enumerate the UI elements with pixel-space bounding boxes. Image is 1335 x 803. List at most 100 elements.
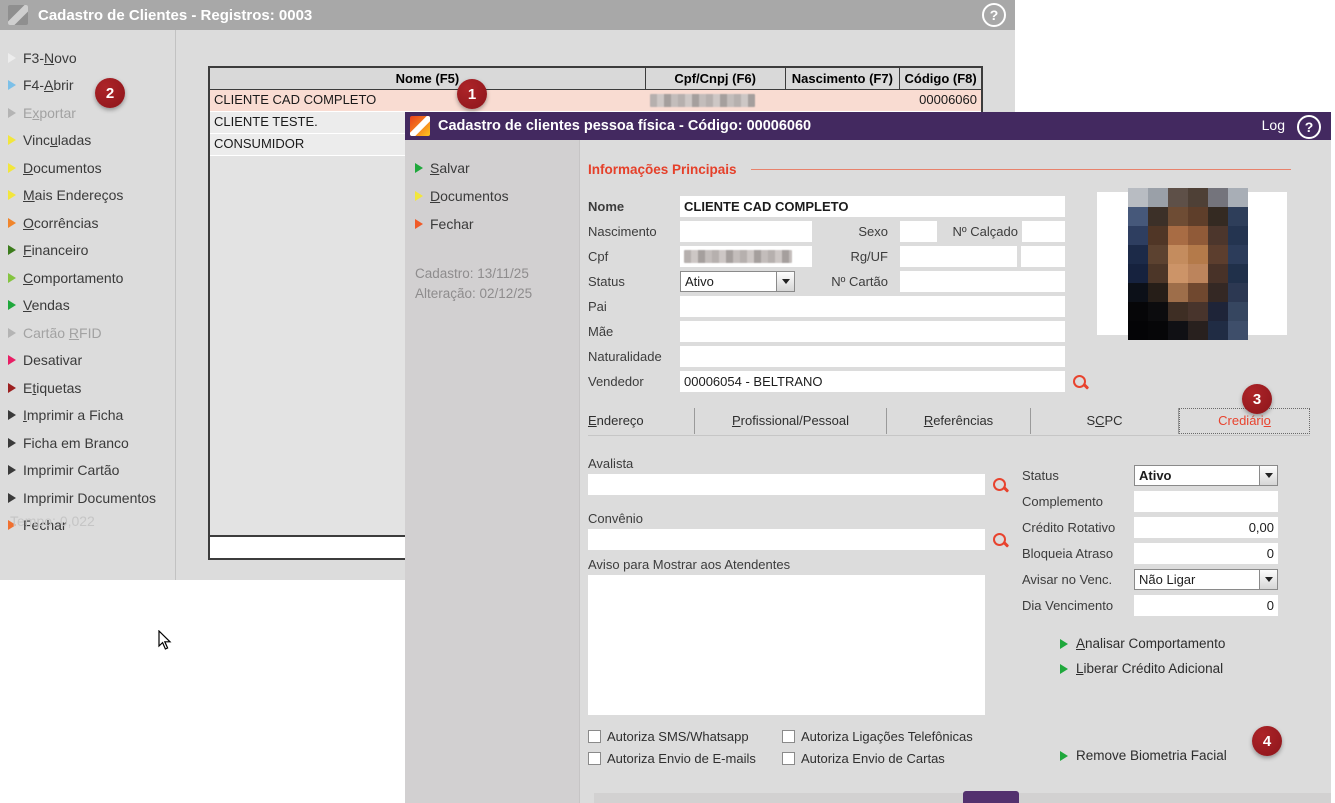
select-value: Não Ligar	[1139, 572, 1196, 587]
menu-item-label: Imprimir Cartão	[23, 462, 120, 478]
table-col-header-codigo[interactable]: Código (F8)	[900, 68, 981, 89]
sidebar-item-imprimir-a-ficha[interactable]: Imprimir a Ficha	[8, 406, 123, 425]
tab-endere-o[interactable]: Endereço	[588, 408, 695, 434]
complemento-field[interactable]	[1134, 491, 1278, 512]
sidebar-item-documentos[interactable]: Documentos	[8, 158, 102, 177]
dropdown-arrow-icon[interactable]	[1259, 570, 1277, 589]
sidebar-item-comportamento[interactable]: Comportamento	[8, 268, 123, 287]
link-arrow-icon	[1060, 663, 1068, 674]
menu-item-label: Imprimir Documentos	[23, 489, 157, 506]
sidebar-item-vendas[interactable]: Vendas	[8, 296, 70, 315]
checkbox-autoriza-envio-de-cartas[interactable]	[782, 752, 795, 765]
menu-arrow-icon	[8, 107, 16, 118]
help-icon[interactable]: ?	[1297, 115, 1321, 139]
nascimento-field[interactable]	[680, 221, 812, 242]
tab-scpc[interactable]: SCPC	[1031, 408, 1179, 434]
tab-refer-ncias[interactable]: Referências	[887, 408, 1031, 434]
aviso-textarea[interactable]	[588, 575, 985, 715]
aviso-label: Aviso para Mostrar aos Atendentes	[588, 557, 791, 572]
pai-field[interactable]	[680, 296, 1065, 317]
menu-arrow-icon	[8, 300, 16, 310]
mae-field[interactable]	[680, 321, 1065, 342]
menu-arrow-icon	[8, 382, 16, 393]
sidebar-item-imprimir-documentos[interactable]: Imprimir Documentos	[8, 488, 156, 507]
clients-window-titlebar[interactable]: Cadastro de Clientes - Registros: 0003 ?	[0, 0, 1015, 30]
client-window-titlebar[interactable]: Cadastro de clientes pessoa física - Cód…	[405, 112, 1331, 140]
sidebar-item-imprimir-cart-o[interactable]: Imprimir Cartão	[8, 461, 119, 480]
tempo-value: 0,022	[59, 513, 95, 529]
dia-vencimento-field[interactable]: 0	[1134, 595, 1278, 616]
menu-arrow-icon	[8, 135, 16, 145]
status-select[interactable]: Ativo	[680, 271, 795, 292]
avalista-label: Avalista	[588, 456, 634, 471]
nascimento-label: Nascimento	[588, 224, 657, 239]
table-col-header-nascimento[interactable]: Nascimento (F7)	[786, 68, 901, 89]
step-badge-1: 1	[457, 79, 487, 109]
modal-action-documentos[interactable]: Documentos	[415, 186, 509, 205]
checkbox-autoriza-liga-es-telef-nicas[interactable]	[782, 730, 795, 743]
dropdown-arrow-icon[interactable]	[776, 272, 794, 291]
vendedor-search-icon[interactable]	[1072, 374, 1088, 390]
status-select[interactable]: Ativo	[1134, 465, 1278, 486]
bottom-button-partial[interactable]	[963, 791, 1019, 803]
cartao-field[interactable]	[900, 271, 1065, 292]
checkbox-autoriza-envio-de-e-mails[interactable]	[588, 752, 601, 765]
tab-profissional-pessoal[interactable]: Profissional/Pessoal	[695, 408, 887, 434]
tab-credi-rio[interactable]: Crediário	[1179, 408, 1310, 434]
checkbox-label: Autoriza SMS/Whatsapp	[607, 729, 749, 744]
help-icon[interactable]: ?	[982, 3, 1006, 27]
cpf-field[interactable]	[680, 246, 812, 267]
checkbox-label: Autoriza Envio de E-mails	[607, 751, 756, 766]
sidebar-item-mais-endere-os[interactable]: Mais Endereços	[8, 186, 123, 205]
sidebar-item-ocorr-ncias[interactable]: Ocorrências	[8, 213, 98, 232]
sidebar-item-desativar[interactable]: Desativar	[8, 351, 82, 370]
modal-action-salvar[interactable]: Salvar	[415, 158, 470, 177]
menu-arrow-icon	[8, 355, 16, 365]
menu-item-label: Ficha em Branco	[23, 434, 129, 451]
sidebar-item-f4-abrir[interactable]: F4-Abrir	[8, 76, 74, 95]
action-arrow-icon	[415, 162, 423, 173]
field-label-dia-vencimento: Dia Vencimento	[1022, 598, 1114, 613]
avisar-no-venc-select[interactable]: Não Ligar	[1134, 569, 1278, 590]
avalista-search-icon[interactable]	[992, 477, 1008, 493]
app-logo-icon	[8, 5, 28, 25]
menu-item-label: Documentos	[23, 159, 102, 176]
dropdown-arrow-icon[interactable]	[1259, 466, 1277, 485]
uf-field[interactable]	[1021, 246, 1065, 267]
convenio-field[interactable]	[588, 529, 985, 550]
calcado-field[interactable]	[1022, 221, 1065, 242]
menu-item-label: Imprimir a Ficha	[23, 407, 124, 423]
sidebar-item-ficha-em-branco[interactable]: Ficha em Branco	[8, 433, 129, 452]
link-label: Liberar Crédito Adicional	[1076, 661, 1224, 676]
menu-arrow-icon	[8, 217, 16, 228]
table-col-header-cpf[interactable]: Cpf/Cnpj (F6)	[646, 68, 786, 89]
action-label: Fechar	[430, 215, 474, 232]
link-analisar-comportamento[interactable]: Analisar Comportamento	[1060, 636, 1225, 651]
menu-item-label: Vinculadas	[23, 132, 92, 148]
nome-field[interactable]: CLIENTE CAD COMPLETO	[680, 196, 1065, 217]
naturalidade-field[interactable]	[680, 346, 1065, 367]
sidebar-item-financeiro[interactable]: Financeiro	[8, 241, 88, 260]
sidebar-item-etiquetas[interactable]: Etiquetas	[8, 378, 81, 397]
table-col-header-nome[interactable]: Nome (F5)	[210, 68, 646, 89]
sidebar-item-cart-o-rfid: Cartão RFID	[8, 323, 102, 342]
convenio-search-icon[interactable]	[992, 532, 1008, 548]
link-remove-biometria-facial[interactable]: Remove Biometria Facial	[1060, 748, 1227, 763]
detail-tabbar: Endereço Profissional/Pessoal Referências S…	[588, 408, 1310, 436]
sidebar-item-vinculadas[interactable]: Vinculadas	[8, 131, 91, 150]
log-button[interactable]: Log	[1262, 117, 1285, 133]
checkbox-autoriza-sms-whatsapp[interactable]	[588, 730, 601, 743]
bloqueia-atraso-field[interactable]: 0	[1134, 543, 1278, 564]
table-row[interactable]: CLIENTE CAD COMPLETO 00006060	[210, 90, 981, 112]
mae-label: Mãe	[588, 324, 614, 339]
vendedor-field[interactable]: 00006054 - BELTRANO	[680, 371, 1065, 392]
avalista-field[interactable]	[588, 474, 985, 495]
rg-field[interactable]	[900, 246, 1017, 267]
sidebar-item-f3-novo[interactable]: F3-Novo	[8, 48, 77, 67]
modal-action-fechar[interactable]: Fechar	[415, 214, 474, 233]
cr-dito-rotativo-field[interactable]: 0,00	[1134, 517, 1278, 538]
field-label-avisar-no-venc: Avisar no Venc.	[1022, 572, 1113, 587]
link-liberar-cr-dito-adicional[interactable]: Liberar Crédito Adicional	[1060, 661, 1223, 676]
status-label: Status	[588, 274, 625, 289]
action-arrow-icon	[415, 190, 423, 201]
